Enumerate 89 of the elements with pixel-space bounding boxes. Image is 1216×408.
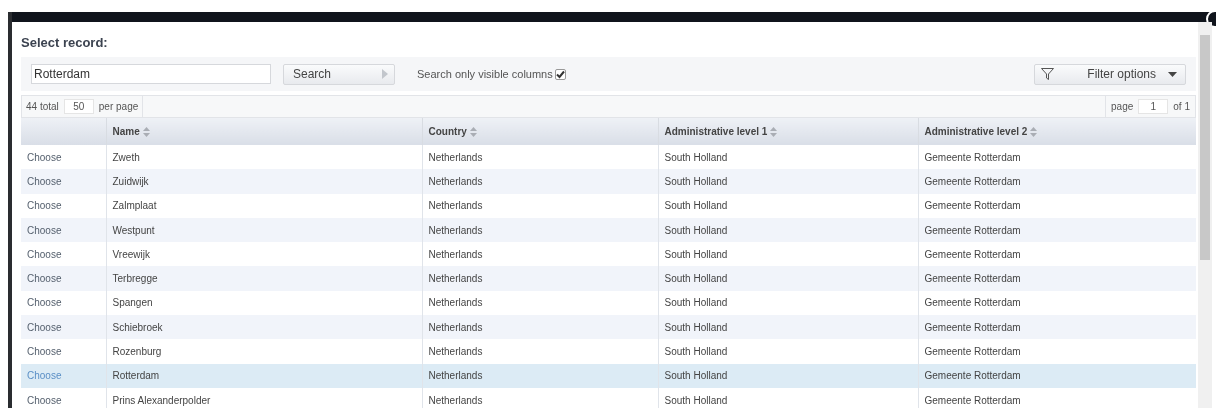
table-cell: Zuidwijk (106, 169, 422, 194)
table-row[interactable]: Choose Schiebroek Netherlands South Holland Gemeente Rotterdam (21, 315, 1196, 340)
table-cell: Gemeente Rotterdam (918, 339, 1196, 364)
column-header[interactable]: Country (428, 124, 477, 139)
filter-button[interactable]: Filter options (1034, 63, 1186, 85)
choose-link[interactable]: Choose (27, 151, 62, 163)
filter-icon (1041, 68, 1054, 80)
table-cell: Gemeente Rotterdam (918, 363, 1196, 388)
choose-link[interactable]: Choose (27, 297, 62, 309)
table-cell: Rozenburg (106, 339, 422, 364)
table-row[interactable]: Choose Rozenburg Netherlands South Holland Gemeente Rotterdam (21, 339, 1196, 364)
table-cell: Rotterdam (106, 363, 422, 388)
scrollbar[interactable] (1198, 22, 1212, 408)
table-cell: South Holland (658, 145, 918, 170)
table-cell: Vreewijk (106, 242, 422, 267)
table-cell: Netherlands (422, 266, 658, 291)
table-cell: Westpunt (106, 217, 422, 243)
table-row[interactable]: Choose Terbregge Netherlands South Holland Gemeente Rotterdam (21, 266, 1196, 291)
total-count: 44 total (26, 100, 59, 114)
table-cell: Netherlands (422, 242, 658, 267)
column-header[interactable]: Administrative level 2 (924, 124, 1038, 139)
table-cell: Netherlands (422, 387, 658, 408)
table-cell: Spangen (106, 290, 422, 316)
column-header[interactable]: Name (112, 124, 150, 139)
table-row[interactable]: Choose Prins Alexanderpolder Netherlands South Holland Gemeente Rotterdam (21, 387, 1196, 408)
table-cell: Gemeente Rotterdam (918, 242, 1196, 267)
table-cell: Netherlands (422, 290, 658, 316)
table-cell: Gemeente Rotterdam (918, 387, 1196, 408)
table-cell: Netherlands (422, 217, 658, 243)
table-cell: Zalmplaat (106, 193, 422, 218)
table-cell: Gemeente Rotterdam (918, 193, 1196, 218)
table-cell: South Holland (658, 169, 918, 194)
table-cell: Gemeente Rotterdam (918, 266, 1196, 291)
table-cell: Netherlands (422, 145, 658, 170)
table-row[interactable]: Choose Zalmplaat Netherlands South Holland Gemeente Rotterdam (21, 193, 1196, 218)
table-cell: Terbregge (106, 266, 422, 291)
table-cell: Gemeente Rotterdam (918, 290, 1196, 316)
table-cell: Zweth (106, 145, 422, 170)
table-cell: Prins Alexanderpolder (106, 387, 422, 408)
table-cell: Netherlands (422, 363, 658, 388)
search-field[interactable]: Rotterdam (31, 64, 271, 84)
choose-link[interactable]: Choose (27, 224, 62, 236)
table-cell: South Holland (658, 217, 918, 243)
caret-icon (382, 69, 388, 79)
table-row[interactable]: Choose Spangen Netherlands South Holland Gemeente Rotterdam (21, 290, 1196, 316)
choose-link[interactable]: Choose (27, 175, 62, 187)
table-cell: Netherlands (422, 339, 658, 364)
choose-link[interactable]: Choose (27, 394, 62, 406)
table-row[interactable]: Choose Vreewijk Netherlands South Holland Gemeente Rotterdam (21, 242, 1196, 267)
table-cell: Gemeente Rotterdam (918, 145, 1196, 170)
table-cell: South Holland (658, 193, 918, 218)
choose-link[interactable]: Choose (27, 321, 62, 333)
table-cell: Gemeente Rotterdam (918, 217, 1196, 243)
table-cell: Netherlands (422, 315, 658, 340)
sort-icon (469, 126, 477, 137)
dialog-title: Select record: (21, 34, 109, 52)
search-button[interactable]: Search (283, 63, 395, 85)
table-cell: Netherlands (422, 193, 658, 218)
table-row[interactable]: Choose Zuidwijk Netherlands South Holland Gemeente Rotterdam (21, 169, 1196, 194)
column-header[interactable]: Administrative level 1 (664, 124, 778, 139)
choose-link[interactable]: Choose (27, 248, 62, 260)
table-row[interactable]: Choose Rotterdam Netherlands South Holland Gemeente Rotterdam (21, 363, 1196, 388)
table-cell: South Holland (658, 242, 918, 267)
choose-link[interactable]: Choose (27, 273, 62, 285)
sort-icon (142, 126, 150, 137)
per-page-label: per page (98, 100, 139, 114)
table-cell: South Holland (658, 339, 918, 364)
table-cell: South Holland (658, 290, 918, 316)
table-row[interactable]: Choose Zweth Netherlands South Holland Gemeente Rotterdam (21, 145, 1196, 170)
table-cell: Netherlands (422, 169, 658, 194)
option-label: Search only visible columns (417, 66, 553, 82)
sort-icon (770, 126, 778, 137)
page-field[interactable]: 1 (1138, 99, 1169, 114)
sort-icon (1030, 126, 1038, 137)
table-cell: South Holland (658, 363, 918, 388)
table-cell: South Holland (658, 387, 918, 408)
table-cell: Gemeente Rotterdam (918, 315, 1196, 340)
checkbox[interactable] (554, 68, 566, 80)
choose-link[interactable]: Choose (27, 346, 62, 357)
table-cell: Schiebroek (106, 315, 422, 340)
per-page-field[interactable]: 50 (63, 99, 94, 114)
table-cell: South Holland (658, 315, 918, 340)
table-cell: Gemeente Rotterdam (918, 169, 1196, 194)
page-count: of 1 (1173, 100, 1190, 114)
dropdown-caret-icon (1168, 71, 1177, 77)
table-cell: South Holland (658, 266, 918, 291)
page-label: page (1111, 100, 1134, 114)
table-row[interactable]: Choose Westpunt Netherlands South Holland Gemeente Rotterdam (21, 217, 1196, 243)
choose-link[interactable]: Choose (27, 200, 62, 212)
